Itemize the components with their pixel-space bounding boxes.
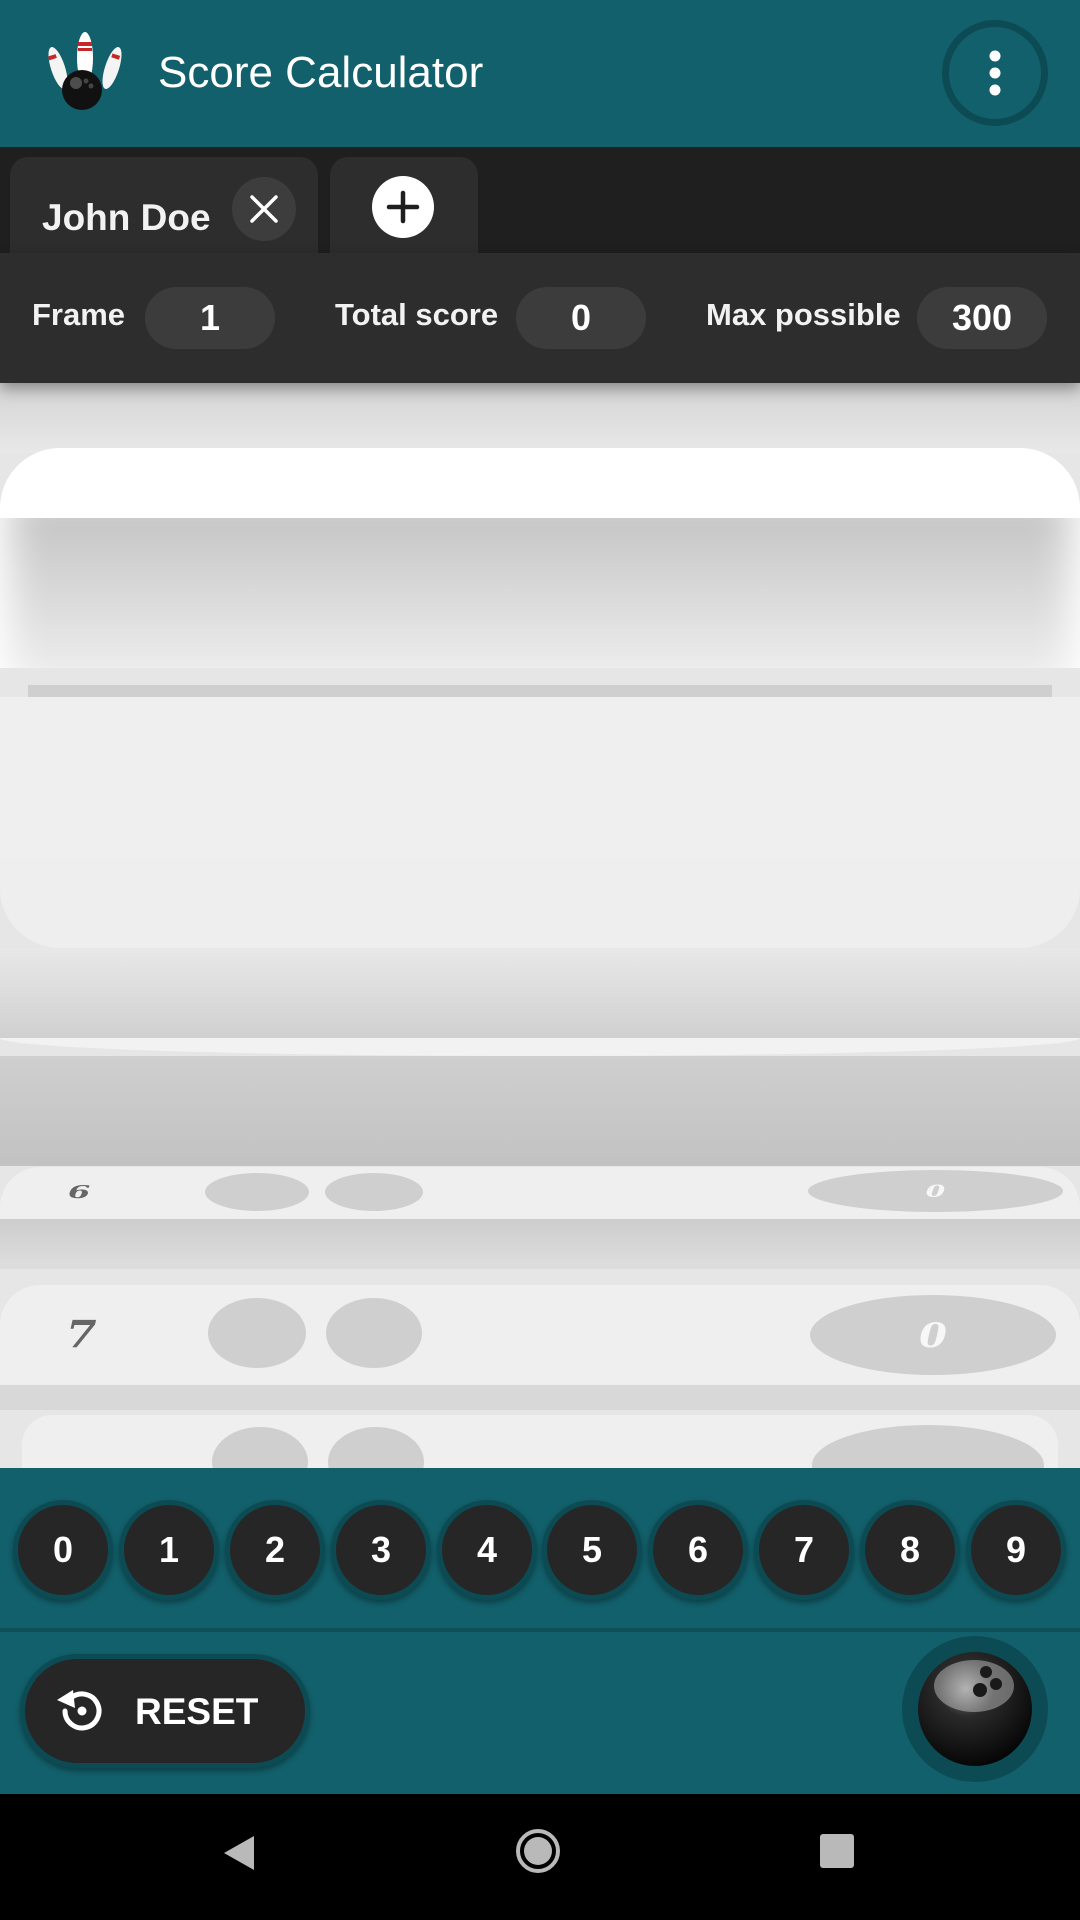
frame-number: 7 — [66, 1312, 97, 1357]
nav-home-icon[interactable] — [514, 1827, 562, 1875]
frames-shade — [0, 518, 1080, 668]
pins-button-1[interactable]: 1 — [119, 1500, 219, 1600]
max-possible-label: Max possible — [706, 297, 901, 332]
bowling-pins-icon — [40, 28, 130, 118]
add-circle-icon — [372, 176, 434, 238]
ball-1-slot[interactable] — [208, 1298, 306, 1368]
stats-bar: Frame 1 Total score 0 Max possible 300 — [0, 253, 1080, 383]
ball-2-slot[interactable] — [328, 1427, 424, 1468]
bowling-ball-button[interactable] — [902, 1636, 1048, 1782]
add-player-tab[interactable] — [330, 157, 478, 253]
reset-button[interactable]: RESET — [20, 1654, 310, 1768]
total-score-label: Total score — [335, 297, 499, 332]
app-bar: Score Calculator — [0, 0, 1080, 147]
ball-1-slot[interactable] — [212, 1427, 308, 1468]
nav-recents-icon[interactable] — [820, 1834, 854, 1868]
pin-number-pad: 0 1 2 3 4 5 6 7 8 9 — [0, 1468, 1080, 1628]
pins-button-6[interactable]: 6 — [648, 1500, 748, 1600]
pins-button-9[interactable]: 9 — [966, 1500, 1066, 1600]
frame-row-8[interactable] — [22, 1415, 1058, 1468]
total-score-value: 0 — [516, 287, 646, 349]
frames-shade-top — [0, 383, 1080, 453]
nav-back-icon[interactable] — [222, 1834, 256, 1872]
system-nav-bar — [0, 1794, 1080, 1920]
frame-score — [812, 1425, 1044, 1468]
max-possible-value: 300 — [917, 287, 1047, 349]
pins-button-8[interactable]: 8 — [860, 1500, 960, 1600]
more-vert-icon — [989, 50, 1001, 96]
pins-button-0[interactable]: 0 — [13, 1500, 113, 1600]
player-name: John Doe — [42, 197, 211, 238]
ball-2-slot[interactable] — [325, 1173, 423, 1211]
pins-button-2[interactable]: 2 — [225, 1500, 325, 1600]
close-tab-button[interactable] — [232, 177, 296, 241]
frame-value: 1 — [145, 287, 275, 349]
reset-label: RESET — [135, 1691, 259, 1732]
frame-card-lower — [0, 858, 1080, 948]
frames-shade-6 — [0, 1219, 1080, 1269]
pins-button-3[interactable]: 3 — [331, 1500, 431, 1600]
frames-shade-7 — [0, 1385, 1080, 1410]
frame-score-value: 0 — [925, 1181, 946, 1201]
frame-score: 0 — [810, 1295, 1056, 1375]
frame-label: Frame — [32, 297, 126, 332]
pins-button-7[interactable]: 7 — [754, 1500, 854, 1600]
ball-2-slot[interactable] — [326, 1298, 422, 1368]
bowling-ball-icon — [918, 1652, 1032, 1766]
frame-row-6[interactable]: 6 0 — [0, 1167, 1080, 1219]
ball-1-slot[interactable] — [205, 1173, 309, 1211]
tab-john-doe[interactable]: John Doe — [10, 157, 318, 253]
frame-score: 0 — [808, 1170, 1063, 1212]
player-tabs: John Doe — [0, 147, 1080, 253]
frame-score-value: 0 — [919, 1315, 947, 1355]
more-options-button[interactable] — [942, 20, 1048, 126]
frame-card-top — [0, 448, 1080, 518]
frames-list[interactable]: 6 0 7 0 — [0, 383, 1080, 1468]
bottom-controls: RESET — [0, 1632, 1080, 1794]
frame-row-7[interactable]: 7 0 — [0, 1285, 1080, 1385]
frame-card-current — [0, 697, 1080, 867]
app-title: Score Calculator — [158, 48, 484, 97]
frames-shade-low — [0, 1056, 1080, 1166]
restart-icon — [57, 1690, 102, 1731]
frame-number: 6 — [68, 1181, 91, 1203]
frame-divider — [28, 685, 1052, 697]
close-icon — [250, 195, 278, 223]
frames-shade-mid — [0, 948, 1080, 1038]
pins-button-5[interactable]: 5 — [542, 1500, 642, 1600]
pins-button-4[interactable]: 4 — [437, 1500, 537, 1600]
frame-edge — [0, 1038, 1080, 1056]
